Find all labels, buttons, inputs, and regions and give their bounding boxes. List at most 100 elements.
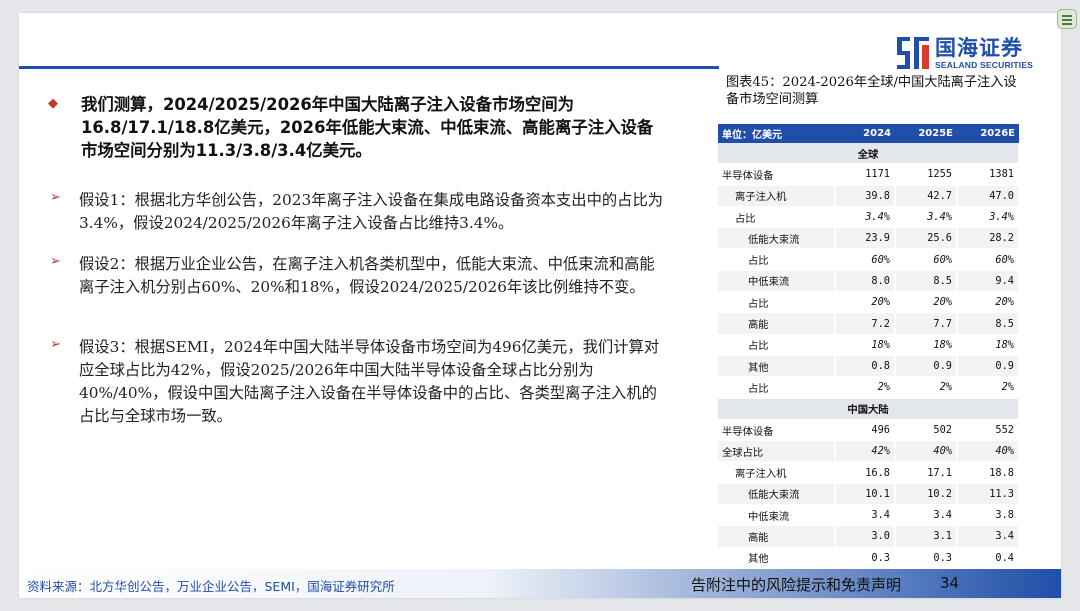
- header-2026e: 2026E: [957, 124, 1019, 143]
- cell-value: 60%: [895, 248, 958, 271]
- cell-value: 8.5: [895, 270, 958, 293]
- cell-value: 1381: [957, 163, 1020, 186]
- cell-value: 18.8: [957, 461, 1020, 484]
- estimate-table: 单位：亿美元 2024 2025E 2026E 全球 半导体设备 1171 1255 1…: [718, 124, 1020, 569]
- cell-value: 502: [895, 419, 958, 442]
- header-unit: 单位：亿美元: [718, 124, 835, 143]
- table-row: 半导体设备 1171 1255 1381: [718, 163, 1020, 186]
- table-row: 占比 18% 18% 18%: [718, 334, 1020, 356]
- cell-value: 18%: [895, 334, 958, 356]
- table-row: 中低束流 3.4 3.4 3.8: [718, 504, 1020, 527]
- table-row: 全球占比 42% 40% 40%: [718, 440, 1020, 463]
- table-row: 其他 0.3 0.3 0.4: [718, 547, 1020, 569]
- arrow-icon: ➢: [50, 337, 61, 352]
- cell-value: 552: [957, 419, 1020, 442]
- row-label: 其他: [718, 547, 836, 569]
- row-label: 占比: [718, 248, 836, 271]
- table-row: 离子注入机 39.8 42.7 47.0: [718, 185, 1020, 207]
- cell-value: 20%: [895, 291, 958, 314]
- cell-value: 20%: [957, 291, 1020, 314]
- cell-value: 7.2: [835, 312, 896, 335]
- cell-value: 60%: [835, 248, 896, 271]
- cell-value: 3.4: [957, 525, 1020, 548]
- section-label: 全球: [718, 143, 1020, 165]
- cell-value: 0.4: [957, 547, 1020, 569]
- cell-value: 20%: [835, 291, 896, 314]
- arrow-icon: ➢: [50, 254, 61, 269]
- table-title: 图表45：2024-2026年全球/中国大陆离子注入设备市场空间测算: [726, 75, 1017, 107]
- cell-value: 0.9: [957, 355, 1020, 378]
- cell-value: 0.9: [895, 355, 958, 378]
- cell-value: 3.8: [957, 504, 1020, 527]
- cell-value: 10.2: [895, 483, 958, 506]
- cell-value: 3.4: [895, 504, 958, 527]
- cell-value: 3.4%: [957, 206, 1020, 229]
- cell-value: 47.0: [957, 185, 1020, 207]
- main-bullet: ◆ 我们测算，2024/2025/2026年中国大陆离子注入设备市场空间为16.…: [48, 93, 668, 162]
- row-label: 低能大束流: [718, 483, 836, 506]
- source-note: 资料来源：北方华创公告，万业企业公告，SEMI，国海证券研究所: [27, 579, 395, 594]
- cell-value: 8.5: [957, 312, 1020, 335]
- section-label: 中国大陆: [718, 398, 1020, 420]
- diamond-icon: ◆: [48, 96, 58, 111]
- assumption-1: ➢ 假设1：根据北方华创公告，2023年离子注入设备在集成电路设备资本支出中的占…: [48, 189, 668, 235]
- table-section-row: 全球: [718, 143, 1020, 165]
- cell-value: 28.2: [957, 227, 1020, 250]
- row-label: 高能: [718, 525, 836, 548]
- table-row: 占比 2% 2% 2%: [718, 376, 1020, 399]
- cell-value: 0.8: [835, 355, 896, 378]
- main-bullet-text: 我们测算，2024/2025/2026年中国大陆离子注入设备市场空间为16.8/…: [81, 95, 654, 160]
- row-label: 低能大束流: [718, 227, 836, 250]
- table-section-row: 中国大陆: [718, 398, 1020, 420]
- row-label: 离子注入机: [718, 461, 836, 484]
- cell-value: 60%: [957, 248, 1020, 271]
- cell-value: 23.9: [835, 227, 896, 250]
- page-number: 34: [940, 574, 960, 592]
- cell-value: 25.6: [895, 227, 958, 250]
- header-2024: 2024: [835, 124, 895, 143]
- cell-value: 39.8: [835, 185, 896, 207]
- table-header-row: 单位：亿美元 2024 2025E 2026E: [718, 124, 1019, 143]
- list-icon[interactable]: [1057, 9, 1077, 29]
- cell-value: 0.3: [835, 547, 896, 569]
- row-label: 中低束流: [718, 270, 836, 293]
- table-row: 低能大束流 10.1 10.2 11.3: [718, 483, 1020, 506]
- cell-value: 3.4: [835, 504, 896, 527]
- cell-value: 42.7: [895, 185, 958, 207]
- table-row: 占比 3.4% 3.4% 3.4%: [718, 206, 1020, 229]
- row-label: 高能: [718, 312, 836, 335]
- cell-value: 3.4%: [895, 206, 958, 229]
- disclaimer-note: 告附注中的风险提示和免责声明: [691, 576, 902, 594]
- cell-value: 0.3: [895, 547, 958, 569]
- row-label: 占比: [718, 206, 836, 229]
- assumption-3: ➢ 假设3：根据SEMI，2024年中国大陆半导体设备市场空间为496亿美元，我…: [48, 336, 668, 428]
- row-label: 其他: [718, 355, 836, 378]
- cell-value: 2%: [957, 376, 1020, 399]
- cell-value: 1255: [895, 163, 958, 186]
- cell-value: 8.0: [835, 270, 896, 293]
- logo-text-cn: 国海证券: [935, 36, 1023, 60]
- assumption-text: 假设3：根据SEMI，2024年中国大陆半导体设备市场空间为496亿美元，我们计…: [79, 338, 660, 425]
- slide: 国海证券 SEALAND SECURITIES ◆ 我们测算，2024/2025…: [19, 13, 1061, 598]
- row-label: 占比: [718, 291, 836, 314]
- cell-value: 7.7: [895, 312, 958, 335]
- row-label: 离子注入机: [718, 185, 836, 207]
- header-2025e: 2025E: [895, 124, 957, 143]
- cell-value: 42%: [835, 440, 896, 463]
- cell-value: 2%: [895, 376, 958, 399]
- cell-value: 2%: [835, 376, 896, 399]
- cell-value: 18%: [957, 334, 1020, 356]
- cell-value: 17.1: [895, 461, 958, 484]
- table-row: 低能大束流 23.9 25.6 28.2: [718, 227, 1020, 250]
- row-label: 半导体设备: [718, 419, 836, 442]
- table-row: 其他 0.8 0.9 0.9: [718, 355, 1020, 378]
- assumption-text: 假设1：根据北方华创公告，2023年离子注入设备在集成电路设备资本支出中的占比为…: [79, 191, 664, 232]
- cell-value: 40%: [895, 440, 958, 463]
- row-label: 占比: [718, 334, 836, 356]
- cell-value: 3.0: [835, 525, 896, 548]
- table-row: 高能 3.0 3.1 3.4: [718, 525, 1020, 548]
- cell-value: 10.1: [835, 483, 896, 506]
- table-row: 中低束流 8.0 8.5 9.4: [718, 270, 1020, 293]
- cell-value: 9.4: [957, 270, 1020, 293]
- sealand-logo-icon: [897, 37, 929, 69]
